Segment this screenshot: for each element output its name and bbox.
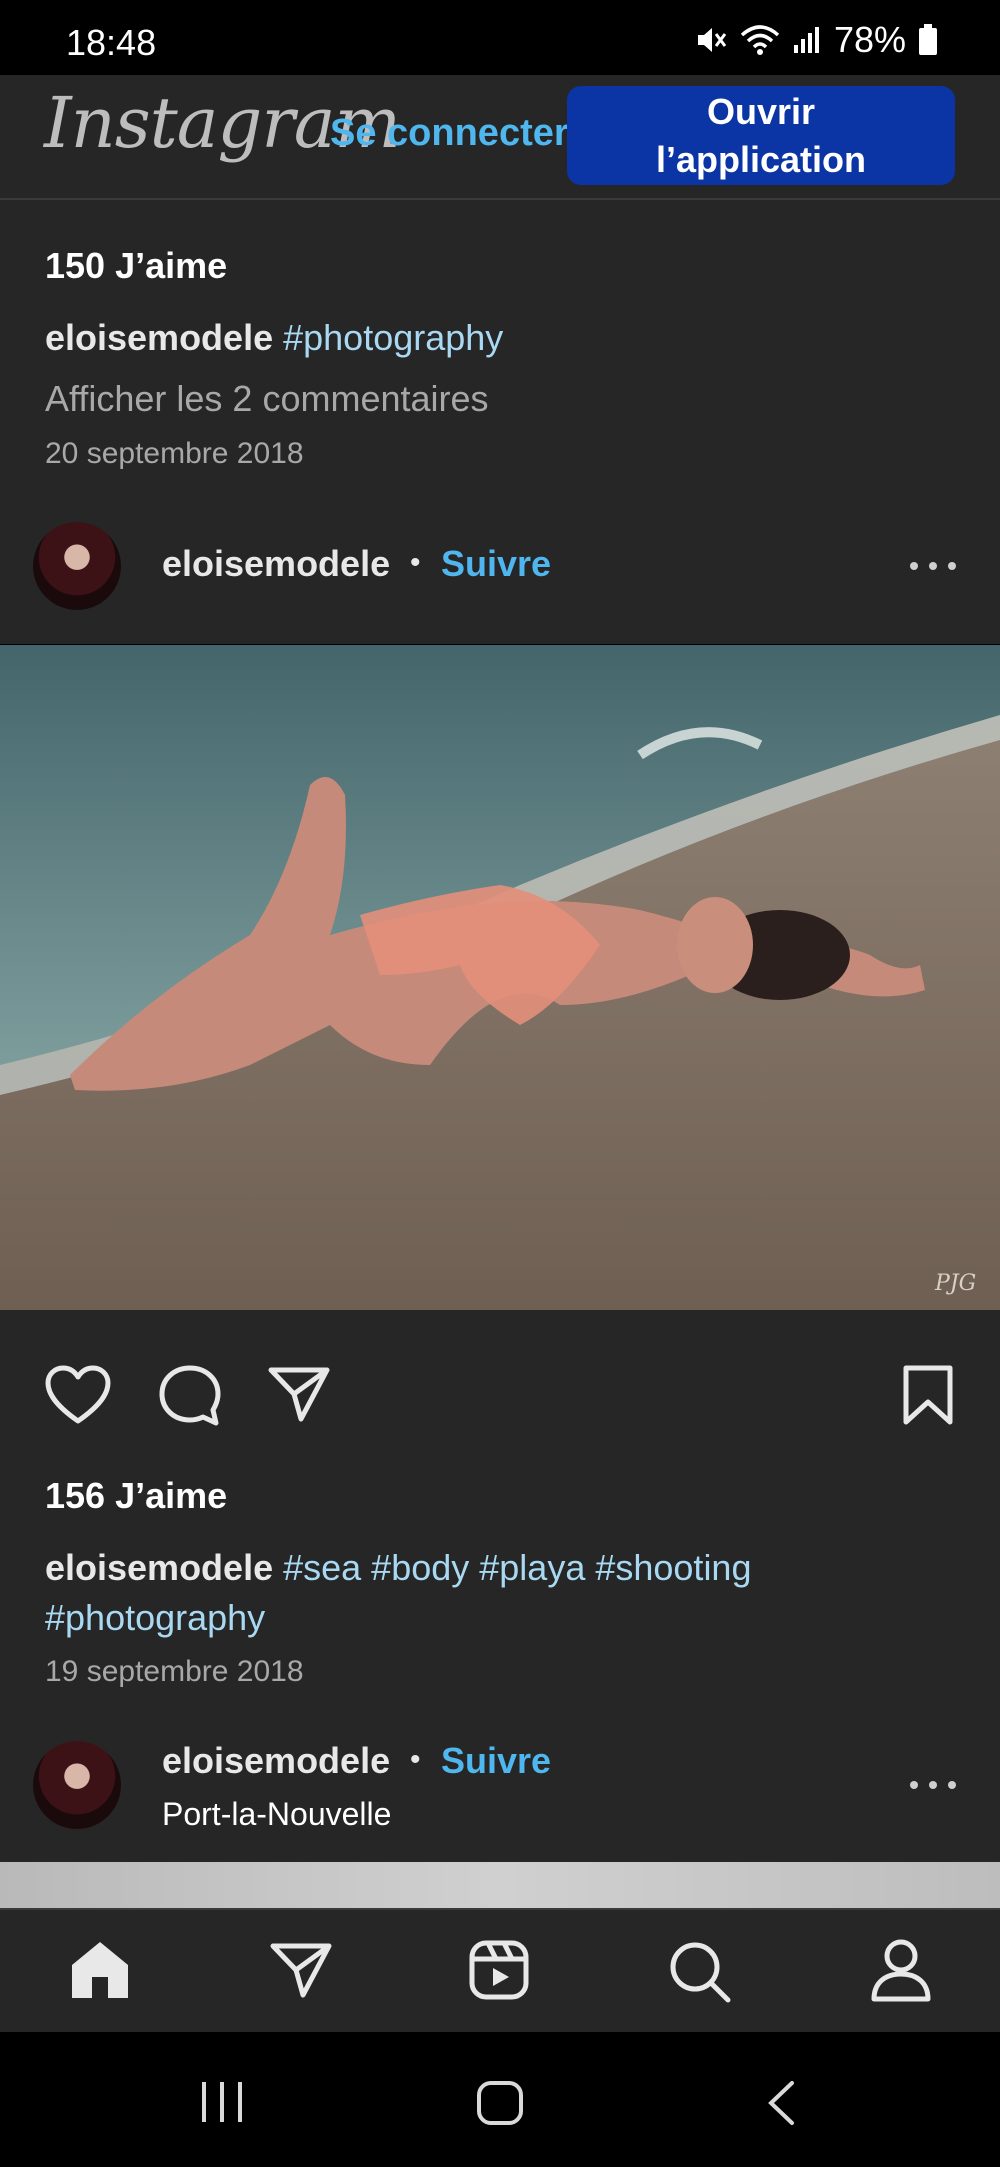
post-2-username[interactable]: eloisemodele bbox=[162, 543, 390, 585]
view-comments-link[interactable]: Afficher les 2 commentaires bbox=[45, 378, 489, 420]
caption-hashtags-line2[interactable]: #photography bbox=[45, 1597, 265, 1638]
more-options-icon[interactable] bbox=[910, 562, 956, 572]
signal-icon bbox=[793, 27, 819, 53]
reels-icon[interactable] bbox=[468, 1939, 530, 2001]
home-button-icon[interactable] bbox=[476, 2080, 524, 2126]
status-time: 18:48 bbox=[66, 22, 157, 63]
wifi-icon bbox=[740, 25, 780, 55]
direct-icon[interactable] bbox=[270, 1942, 332, 1998]
separator-dot: • bbox=[410, 1743, 421, 1776]
post-1-date: 20 septembre 2018 bbox=[45, 437, 304, 470]
post-1-likes[interactable]: 150 J’aime bbox=[45, 245, 227, 287]
home-icon[interactable] bbox=[68, 1939, 132, 2001]
share-direct-icon[interactable] bbox=[268, 1366, 330, 1422]
caption-hashtags[interactable]: #sea #body #playa #shooting bbox=[283, 1547, 751, 1588]
caption-hashtags[interactable]: #photography bbox=[283, 317, 503, 358]
more-options-icon[interactable] bbox=[910, 1781, 956, 1791]
avatar[interactable] bbox=[33, 1741, 121, 1829]
avatar[interactable] bbox=[33, 522, 121, 610]
caption-username[interactable]: eloisemodele bbox=[45, 317, 273, 358]
caption-username[interactable]: eloisemodele bbox=[45, 1547, 273, 1588]
status-icons: 78% bbox=[694, 19, 938, 60]
open-app-button[interactable]: Ouvrir l’application bbox=[567, 86, 955, 185]
post-3-username[interactable]: eloisemodele bbox=[162, 1740, 390, 1782]
post-2-date: 19 septembre 2018 bbox=[45, 1655, 304, 1688]
post-3-photo[interactable] bbox=[0, 1862, 1000, 1908]
post-2-caption: eloisemodele #sea #body #playa #shooting… bbox=[45, 1543, 945, 1643]
mute-icon bbox=[697, 28, 727, 52]
battery-icon bbox=[919, 24, 937, 55]
post-2-photo[interactable]: PJG bbox=[0, 645, 1000, 1310]
save-bookmark-icon[interactable] bbox=[902, 1365, 954, 1425]
recent-apps-icon[interactable] bbox=[199, 2080, 245, 2124]
beach-photo-illustration: PJG bbox=[0, 645, 1000, 1310]
post-3-location[interactable]: Port-la-Nouvelle bbox=[162, 1796, 391, 1833]
separator-dot: • bbox=[410, 546, 421, 579]
follow-button[interactable]: Suivre bbox=[441, 543, 551, 585]
post-1-caption: eloisemodele #photography bbox=[45, 313, 503, 363]
comment-icon[interactable] bbox=[158, 1364, 222, 1428]
back-icon[interactable] bbox=[766, 2080, 796, 2126]
battery-percent: 78% bbox=[833, 19, 906, 60]
profile-icon[interactable] bbox=[870, 1938, 932, 2002]
follow-button[interactable]: Suivre bbox=[441, 1740, 551, 1782]
open-app-label: Ouvrir l’application bbox=[655, 90, 867, 180]
search-icon[interactable] bbox=[668, 1940, 732, 2004]
login-link[interactable]: Se connecter bbox=[330, 112, 569, 155]
photo-watermark: PJG bbox=[934, 1271, 976, 1296]
like-heart-icon[interactable] bbox=[45, 1365, 111, 1425]
post-2-likes[interactable]: 156 J’aime bbox=[45, 1475, 227, 1517]
